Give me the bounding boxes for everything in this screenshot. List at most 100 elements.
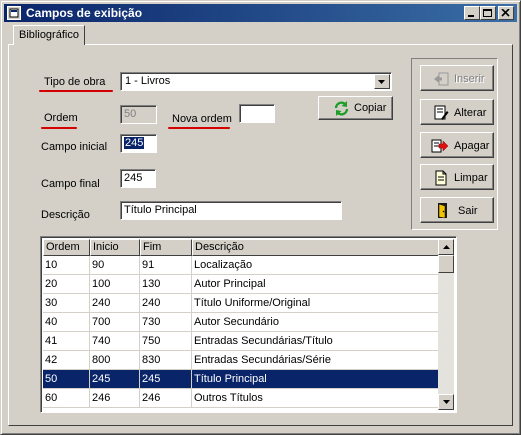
window: Campos de exibição Bibliográfico Tipo de… — [0, 0, 521, 435]
fields-grid[interactable]: Ordem Inicio Fim Descrição 10 90 91 Localiz… — [40, 236, 457, 413]
campo-inicial-label: Campo inicial — [41, 141, 108, 153]
descricao-label: Descrição — [41, 209, 90, 221]
sair-button[interactable]: Sair — [420, 197, 494, 223]
title-bar[interactable]: Campos de exibição — [4, 4, 517, 22]
ordem-label: Ordem — [44, 112, 78, 124]
ordem-value: 50 — [124, 108, 137, 120]
app-icon[interactable] — [7, 6, 21, 20]
limpar-button[interactable]: Limpar — [420, 164, 494, 190]
column-header-fim[interactable]: Fim — [140, 239, 192, 256]
scroll-down-icon — [443, 400, 450, 404]
table-cell: 90 — [90, 256, 140, 274]
delete-icon — [431, 139, 449, 153]
alterar-button[interactable]: Alterar — [420, 99, 494, 125]
table-cell: 240 — [140, 294, 192, 312]
descricao-field[interactable]: Título Principal — [120, 201, 342, 220]
table-cell: 800 — [90, 351, 140, 369]
scroll-up-icon — [443, 245, 450, 249]
table-cell: 750 — [140, 332, 192, 350]
nova-ordem-underline — [168, 127, 230, 129]
campo-final-label: Campo final — [41, 178, 100, 190]
nova-ordem-field[interactable] — [239, 104, 275, 123]
table-cell: 130 — [140, 275, 192, 293]
table-row[interactable]: 60 246 246 Outros Títulos — [43, 389, 439, 408]
scroll-thumb[interactable] — [438, 255, 454, 273]
column-header-ordem[interactable]: Ordem — [43, 239, 90, 256]
table-row[interactable]: 30 240 240 Título Uniforme/Original — [43, 294, 439, 313]
nova-ordem-label: Nova ordem — [172, 113, 232, 125]
alterar-label: Alterar — [454, 107, 487, 119]
campo-inicial-field[interactable]: 245 — [120, 134, 157, 153]
table-cell: 240 — [90, 294, 140, 312]
copiar-label: Copiar — [354, 102, 387, 114]
tipo-obra-label: Tipo de obra — [44, 76, 106, 88]
vertical-scrollbar[interactable] — [438, 239, 454, 410]
table-cell: 20 — [43, 275, 90, 293]
table-cell: 740 — [90, 332, 140, 350]
scroll-down-button[interactable] — [438, 394, 454, 410]
refresh-icon — [334, 101, 349, 116]
tipo-obra-select[interactable]: 1 - Livros — [120, 72, 392, 91]
tab-bibliografico[interactable]: Bibliográfico — [13, 25, 85, 45]
table-cell: 40 — [43, 313, 90, 331]
table-cell: Localização — [192, 256, 439, 274]
ordem-field: 50 — [120, 105, 157, 124]
table-cell: 91 — [140, 256, 192, 274]
dropdown-arrow-icon — [378, 80, 385, 84]
table-cell: 42 — [43, 351, 90, 369]
exit-door-icon — [438, 203, 447, 219]
table-cell: 245 — [90, 370, 140, 388]
table-cell: 730 — [140, 313, 192, 331]
inserir-button[interactable]: Inserir — [420, 65, 494, 91]
window-title: Campos de exibição — [26, 6, 143, 20]
insert-icon — [434, 72, 449, 86]
limpar-label: Limpar — [454, 172, 488, 184]
table-cell: Autor Secundário — [192, 313, 439, 331]
table-cell: 50 — [43, 370, 90, 388]
apagar-button[interactable]: Apagar — [420, 132, 494, 158]
table-cell: 10 — [43, 256, 90, 274]
table-cell: Autor Principal — [192, 275, 439, 293]
grid-header: Ordem Inicio Fim Descrição — [43, 239, 439, 256]
descricao-value: Título Principal — [124, 204, 197, 216]
table-cell: 246 — [140, 389, 192, 407]
table-cell: 246 — [90, 389, 140, 407]
table-cell: 30 — [43, 294, 90, 312]
tipo-obra-dropdown-button[interactable] — [374, 74, 390, 89]
table-cell: 41 — [43, 332, 90, 350]
table-cell: 700 — [90, 313, 140, 331]
minimize-icon — [468, 15, 474, 17]
column-header-inicio[interactable]: Inicio — [90, 239, 140, 256]
table-row[interactable]: 41 740 750 Entradas Secundárias/Título — [43, 332, 439, 351]
table-row[interactable]: 10 90 91 Localização — [43, 256, 439, 275]
close-icon — [501, 9, 510, 17]
inserir-label: Inserir — [454, 73, 485, 85]
table-cell: Entradas Secundárias/Título — [192, 332, 439, 350]
maximize-icon — [483, 9, 492, 17]
table-cell: 245 — [140, 370, 192, 388]
scroll-up-button[interactable] — [438, 239, 454, 255]
edit-icon — [434, 105, 449, 120]
table-row[interactable]: 20 100 130 Autor Principal — [43, 275, 439, 294]
table-cell: Título Uniforme/Original — [192, 294, 439, 312]
column-header-descricao[interactable]: Descrição — [192, 239, 439, 256]
campo-inicial-value: 245 — [124, 137, 145, 149]
minimize-button[interactable] — [464, 6, 480, 20]
apagar-label: Apagar — [454, 140, 490, 152]
campo-final-field[interactable]: 245 — [120, 169, 156, 188]
copiar-button[interactable]: Copiar — [318, 96, 393, 120]
table-row[interactable]: 50 245 245 Título Principal — [43, 370, 439, 389]
grid-rows: 10 90 91 Localização 20 100 130 Autor Principal… — [43, 256, 439, 408]
table-row[interactable]: 42 800 830 Entradas Secundárias/Série — [43, 351, 439, 370]
table-cell: 100 — [90, 275, 140, 293]
table-cell: Outros Títulos — [192, 389, 439, 407]
table-row[interactable]: 40 700 730 Autor Secundário — [43, 313, 439, 332]
sair-label: Sair — [458, 205, 478, 217]
campo-final-value: 245 — [124, 172, 143, 184]
table-cell: Título Principal — [192, 370, 439, 388]
table-cell: Entradas Secundárias/Série — [192, 351, 439, 369]
maximize-button[interactable] — [480, 6, 496, 20]
ordem-underline — [41, 127, 77, 129]
table-cell: 60 — [43, 389, 90, 407]
close-button[interactable] — [498, 6, 514, 20]
